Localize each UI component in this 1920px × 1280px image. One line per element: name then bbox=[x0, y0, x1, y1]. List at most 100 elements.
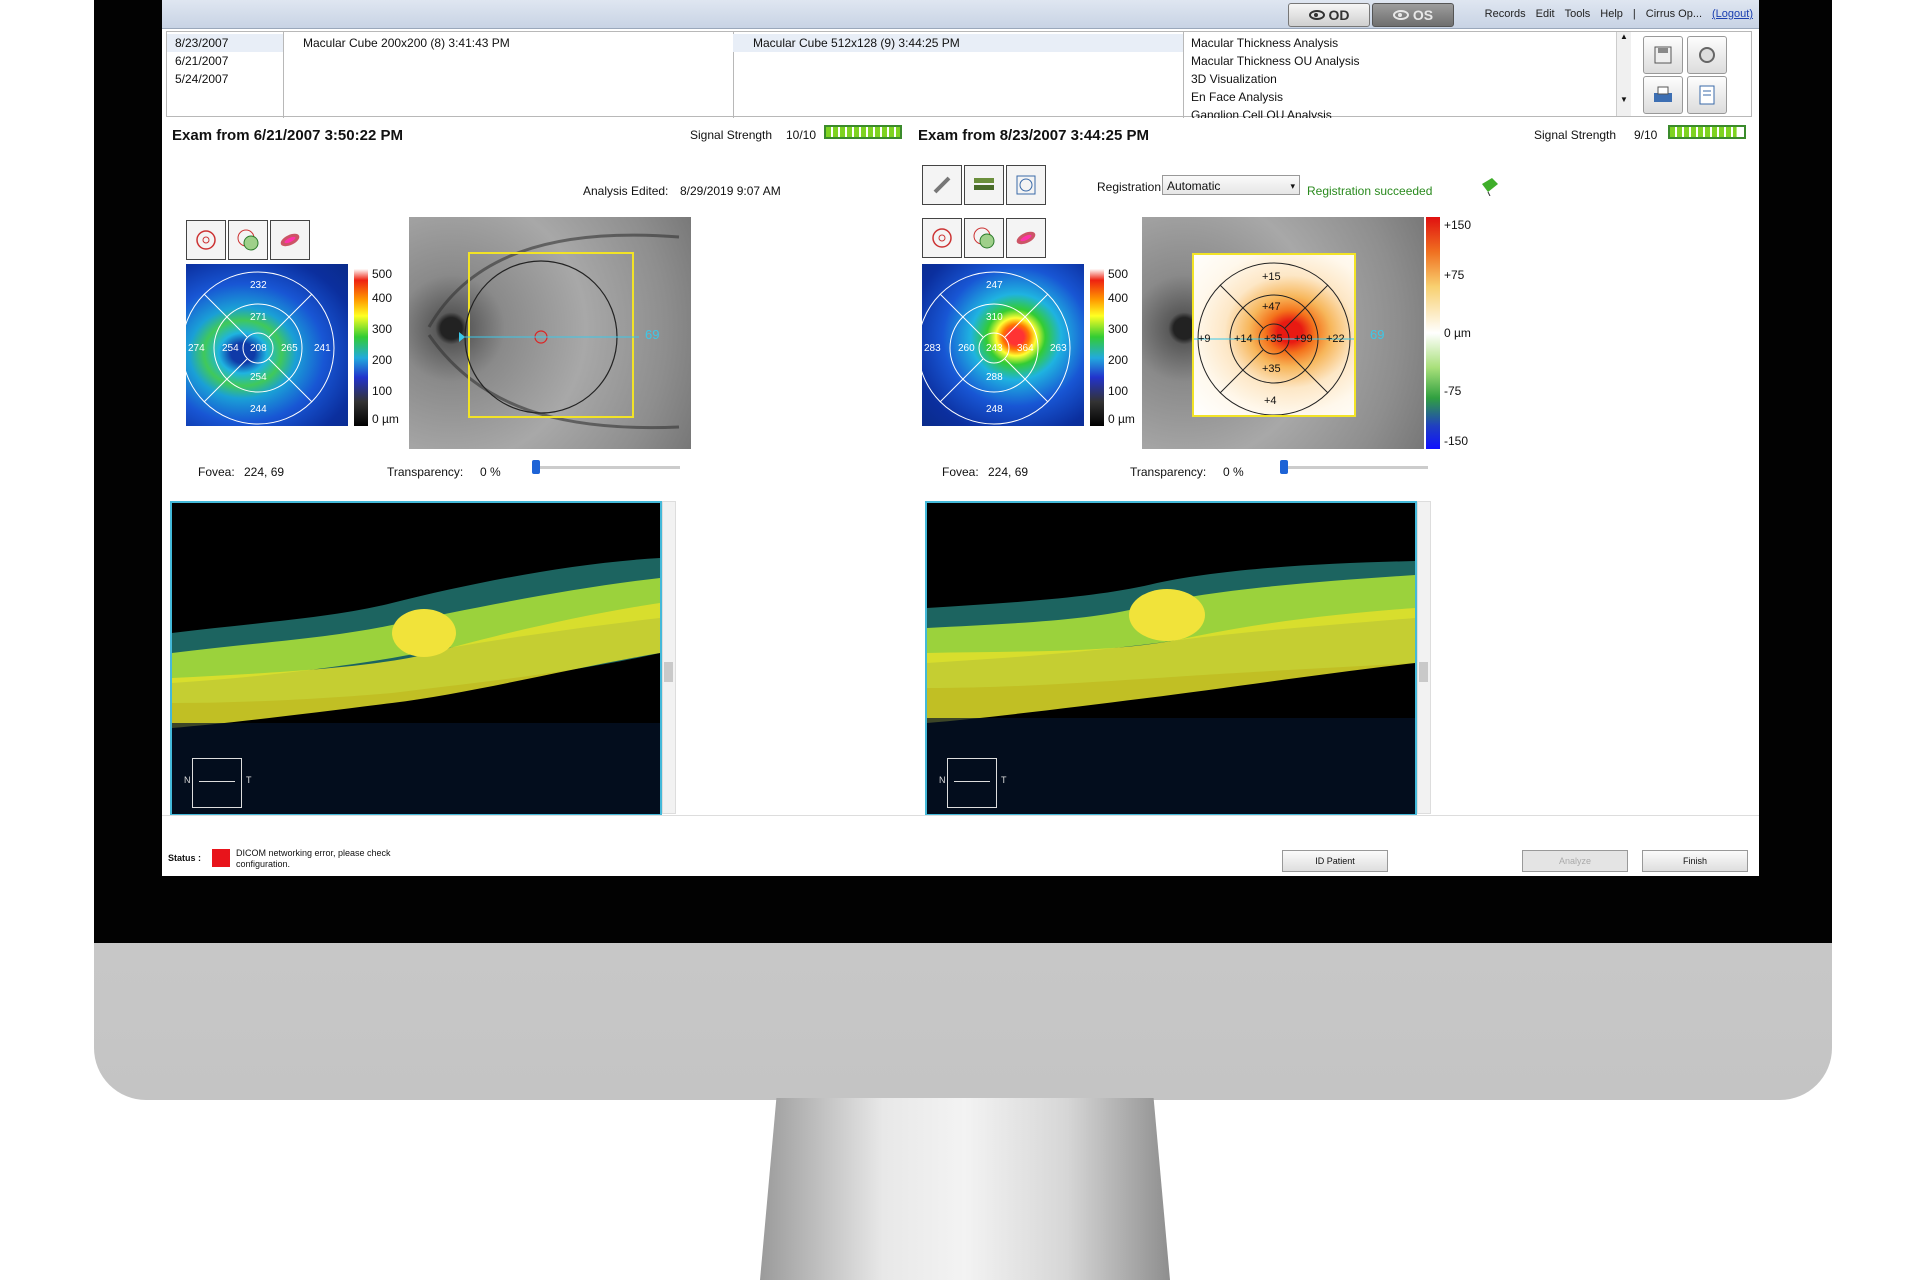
left-overlay-button[interactable] bbox=[228, 220, 268, 260]
scan-item[interactable]: Macular Cube 200x200 (8) 3:41:43 PM bbox=[283, 34, 733, 52]
scale-tick: 500 bbox=[1108, 267, 1129, 281]
right-etdrs-grid-button[interactable] bbox=[922, 218, 962, 258]
menu-separator: | bbox=[1632, 8, 1636, 20]
sector-value-inner-right: 265 bbox=[281, 343, 298, 354]
refresh-button[interactable] bbox=[1687, 36, 1727, 74]
left-layer-button[interactable] bbox=[270, 220, 310, 260]
analyze-button[interactable]: Analyze bbox=[1522, 850, 1628, 872]
right-oct-scrollbar[interactable] bbox=[1417, 501, 1431, 814]
floppy-icon bbox=[1654, 46, 1672, 64]
scrollbar-thumb[interactable] bbox=[664, 662, 673, 682]
exam-selection-panel: 8/23/2007 6/21/2007 5/24/2007 Macular Cu… bbox=[166, 31, 1752, 118]
analysis-item[interactable]: Ganglion Cell OU Analysis bbox=[1183, 106, 1631, 118]
sector-value-outer-left: 274 bbox=[188, 343, 205, 354]
right-exam-title: Exam from 8/23/2007 3:44:25 PM bbox=[918, 127, 1149, 144]
change-value-inner-bottom: +35 bbox=[1262, 363, 1281, 375]
report-button[interactable] bbox=[1687, 76, 1727, 114]
left-transparency-label: Transparency: bbox=[387, 465, 464, 479]
change-tick: 0 µm bbox=[1444, 326, 1471, 340]
status-footer: Status : DICOM networking error, please … bbox=[162, 815, 1759, 876]
change-value-bottom: +4 bbox=[1264, 395, 1277, 407]
sector-value-inner-left: 260 bbox=[958, 343, 975, 354]
sector-value-center: 208 bbox=[250, 343, 267, 354]
analysis-edited-label: Analysis Edited: bbox=[583, 184, 669, 198]
menu-records[interactable]: Records bbox=[1485, 8, 1526, 20]
change-value-inner-left: +14 bbox=[1234, 333, 1253, 345]
menu-tools[interactable]: Tools bbox=[1565, 8, 1591, 20]
left-transparency-value: 0 % bbox=[480, 465, 501, 479]
save-button[interactable] bbox=[1643, 36, 1683, 74]
scale-tick: 300 bbox=[1108, 322, 1129, 336]
exam-date-item[interactable]: 5/24/2007 bbox=[167, 70, 283, 88]
registration-select[interactable]: Automatic ▾ bbox=[1162, 175, 1300, 195]
right-transparency-value: 0 % bbox=[1223, 465, 1244, 479]
left-signal-label: Signal Strength bbox=[690, 128, 773, 142]
change-tick: +75 bbox=[1444, 268, 1465, 282]
scale-tick: 100 bbox=[1108, 384, 1129, 398]
print-button[interactable] bbox=[1643, 76, 1683, 114]
right-t-label: T bbox=[1001, 775, 1007, 785]
exam-date-item[interactable]: 8/23/2007 bbox=[167, 34, 283, 52]
right-fovea-label: Fovea: bbox=[942, 465, 979, 479]
menu-user[interactable]: Cirrus Op... bbox=[1646, 8, 1702, 20]
eye-icon bbox=[1392, 10, 1409, 20]
orientation-arrow bbox=[199, 781, 235, 782]
exam-date-item[interactable]: 6/21/2007 bbox=[167, 52, 283, 70]
change-value-top: +15 bbox=[1262, 271, 1281, 283]
change-tick: -75 bbox=[1444, 384, 1462, 398]
analysis-scrollbar[interactable]: ▲ ▼ bbox=[1616, 32, 1631, 116]
scale-tick: 300 bbox=[372, 322, 393, 336]
left-transparency-thumb[interactable] bbox=[532, 460, 540, 474]
right-tool-button-3[interactable] bbox=[1006, 165, 1046, 205]
left-signal-value: 10/10 bbox=[786, 128, 817, 142]
top-bar: OD OS Records Edit Tools Help | Cirrus O… bbox=[162, 0, 1759, 29]
change-value-center: +35 bbox=[1264, 333, 1283, 345]
left-transparency-slider[interactable] bbox=[532, 460, 680, 474]
left-fovea-label: Fovea: bbox=[198, 465, 235, 479]
change-map: +15 +47 +9 +14 +35 +99 +22 +35 +4 bbox=[1192, 253, 1356, 417]
monitor-stand bbox=[760, 1098, 1170, 1280]
change-tick: +150 bbox=[1444, 218, 1472, 232]
od-eye-button[interactable]: OD bbox=[1288, 3, 1370, 27]
scale-tick: 400 bbox=[1108, 291, 1129, 305]
right-oct-bscan: N T bbox=[925, 501, 1417, 816]
finish-button[interactable]: Finish bbox=[1642, 850, 1748, 872]
right-fovea-value: 224, 69 bbox=[988, 465, 1029, 479]
right-transparency-slider[interactable] bbox=[1280, 460, 1428, 474]
app-window: OD OS Records Edit Tools Help | Cirrus O… bbox=[162, 0, 1759, 876]
target-icon bbox=[932, 228, 952, 248]
right-thickness-map: 247 310 283 260 243 364 263 288 248 bbox=[922, 264, 1084, 426]
scan-item[interactable]: Macular Cube 512x128 (9) 3:44:25 PM bbox=[733, 34, 1183, 52]
left-etdrs-grid-button[interactable] bbox=[186, 220, 226, 260]
analysis-item[interactable]: Macular Thickness Analysis bbox=[1183, 34, 1631, 52]
fundus-view-icon bbox=[1016, 175, 1036, 195]
sector-value-inner-left: 254 bbox=[222, 343, 239, 354]
right-layer-button[interactable] bbox=[1006, 218, 1046, 258]
right-transparency-label: Transparency: bbox=[1130, 465, 1207, 479]
change-value-outer-left: +9 bbox=[1198, 333, 1211, 345]
right-tool-button-2[interactable] bbox=[964, 165, 1004, 205]
sector-value-bottom: 244 bbox=[250, 404, 267, 415]
menu-help[interactable]: Help bbox=[1600, 8, 1623, 20]
analysis-item[interactable]: En Face Analysis bbox=[1183, 88, 1631, 106]
id-patient-button[interactable]: ID Patient bbox=[1282, 850, 1388, 872]
right-tool-button-1[interactable] bbox=[922, 165, 962, 205]
logout-link[interactable]: (Logout) bbox=[1712, 8, 1753, 20]
left-oct-scrollbar[interactable] bbox=[662, 501, 676, 814]
target-icon bbox=[196, 230, 216, 250]
right-overlay-button[interactable] bbox=[964, 218, 1004, 258]
sector-value-outer-right: 263 bbox=[1050, 343, 1067, 354]
analysis-item[interactable]: Macular Thickness OU Analysis bbox=[1183, 52, 1631, 70]
left-oct-image bbox=[172, 558, 660, 814]
right-transparency-thumb[interactable] bbox=[1280, 460, 1288, 474]
os-eye-button[interactable]: OS bbox=[1372, 3, 1454, 27]
sector-value-outer-right: 241 bbox=[314, 343, 331, 354]
registration-label: Registration: bbox=[1097, 180, 1165, 194]
left-fundus-image: 69 bbox=[409, 217, 691, 449]
scrollbar-thumb[interactable] bbox=[1419, 662, 1428, 682]
menu-edit[interactable]: Edit bbox=[1536, 8, 1555, 20]
sector-value-bottom: 248 bbox=[986, 404, 1003, 415]
analysis-item[interactable]: 3D Visualization bbox=[1183, 70, 1631, 88]
left-thickness-map: 232 271 274 254 208 265 241 254 244 bbox=[186, 264, 348, 426]
right-oct-image bbox=[927, 561, 1415, 814]
